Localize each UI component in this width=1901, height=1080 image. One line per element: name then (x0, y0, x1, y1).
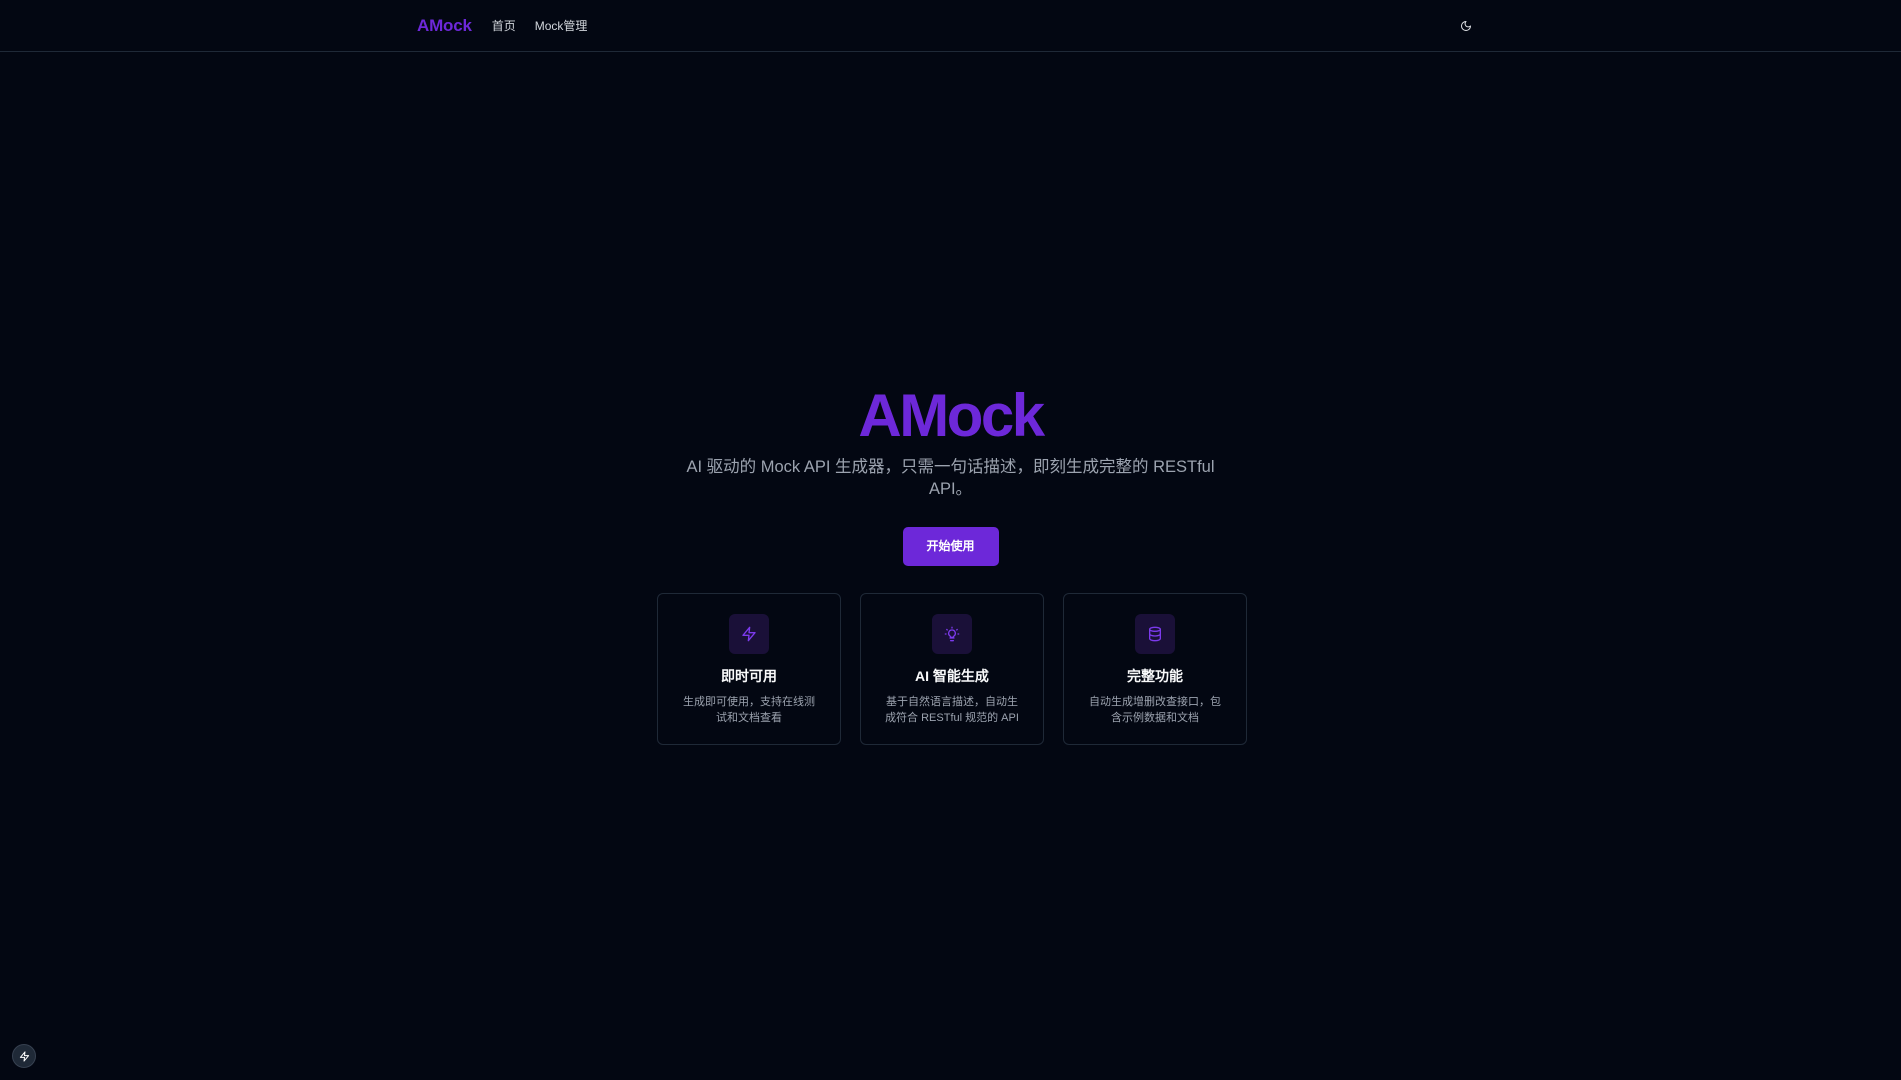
database-icon (1149, 626, 1161, 642)
feature-title: AI 智能生成 (915, 668, 989, 684)
lightbulb-icon (944, 626, 960, 642)
top-navbar: AMock 首页 Mock管理 (0, 0, 1901, 52)
get-started-button[interactable]: 开始使用 (902, 527, 999, 566)
moon-icon (1461, 21, 1471, 31)
hero-description: AI 驱动的 Mock API 生成器，只需一句话描述，即刻生成完整的 REST… (686, 458, 1215, 498)
lightning-icon (19, 1050, 29, 1062)
hero-section: AMock AI 驱动的 Mock API 生成器，只需一句话描述，即刻生成完整… (0, 380, 1901, 566)
dev-tools-badge[interactable] (12, 1044, 36, 1068)
feature-description: 生成即可使用，支持在线测试和文档查看 (683, 696, 815, 724)
feature-title: 即时可用 (721, 668, 777, 684)
feature-icon-box (729, 614, 769, 654)
navbar-container: AMock 首页 Mock管理 (417, 0, 1477, 51)
theme-toggle-button[interactable] (1455, 15, 1477, 37)
feature-card-complete: 完整功能 自动生成增删改查接口，包含示例数据和文档 (1063, 593, 1247, 745)
feature-card-instant: 即时可用 生成即可使用，支持在线测试和文档查看 (657, 593, 841, 745)
feature-description: 基于自然语言描述，自动生成符合 RESTful 规范的 API (885, 696, 1019, 724)
feature-card-ai: AI 智能生成 基于自然语言描述，自动生成符合 RESTful 规范的 API (860, 593, 1044, 745)
feature-cards: 即时可用 生成即可使用，支持在线测试和文档查看 AI 智能生成 基于自然语言描述… (657, 593, 1247, 745)
feature-title: 完整功能 (1127, 668, 1183, 684)
brand-logo[interactable]: AMock (417, 16, 472, 36)
feature-icon-box (1135, 614, 1175, 654)
lightning-icon (742, 626, 756, 642)
feature-icon-box (932, 614, 972, 654)
feature-description: 自动生成增删改查接口，包含示例数据和文档 (1089, 696, 1221, 724)
hero-title: AMock (858, 382, 1045, 449)
nav-link-mock-management[interactable]: Mock管理 (535, 17, 588, 34)
nav-link-home[interactable]: 首页 (492, 17, 516, 34)
